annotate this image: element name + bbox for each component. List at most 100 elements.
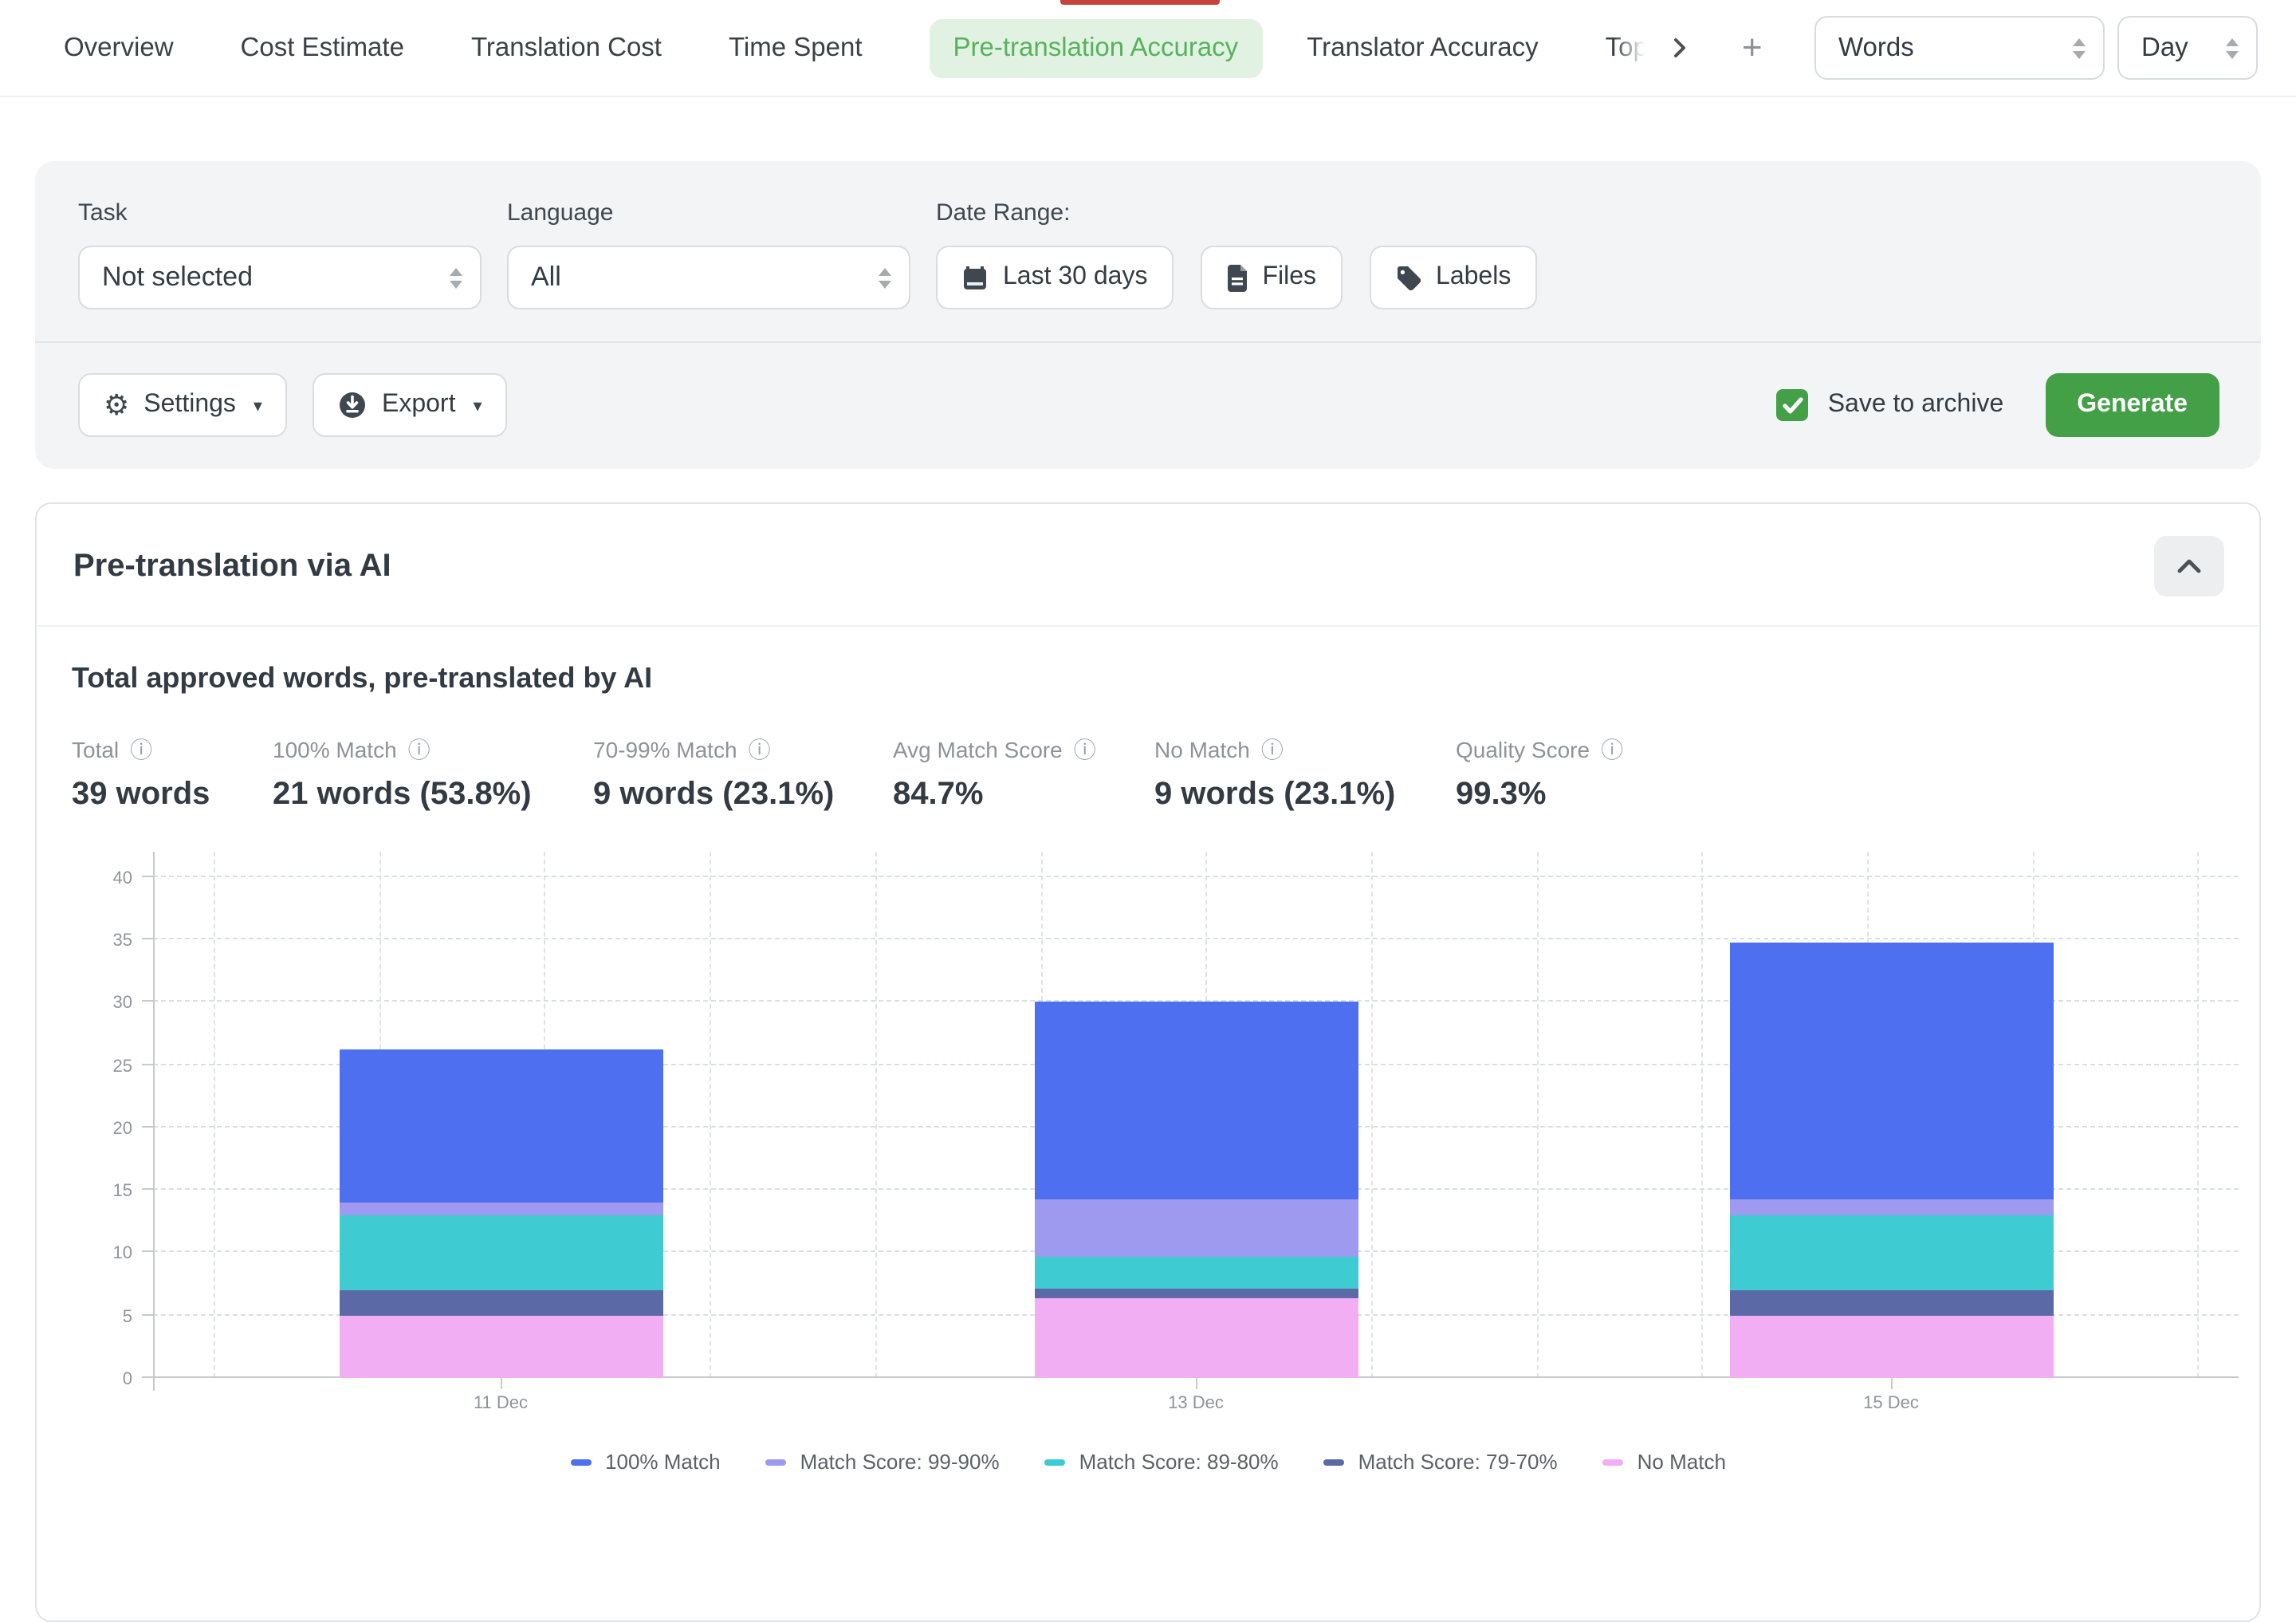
select-arrows-icon (2224, 36, 2240, 60)
task-select[interactable]: Not selected (78, 246, 482, 309)
collapse-card-button[interactable] (2154, 536, 2224, 596)
files-button-label: Files (1262, 263, 1316, 292)
task-label: Task (78, 199, 507, 226)
tab-translator-accuracy[interactable]: Translator Accuracy (1307, 33, 1538, 63)
vertical-gridline (1702, 852, 1704, 1378)
tab-translation-cost[interactable]: Translation Cost (471, 33, 662, 63)
stat-label: 70-99% Match (593, 737, 737, 762)
y-tick-label: 25 (69, 1057, 132, 1076)
y-axis-tick (142, 1376, 153, 1378)
download-icon (339, 391, 368, 419)
date-range-button[interactable]: Last 30 days (936, 246, 1173, 309)
legend-item-match-score-99-90-[interactable]: Match Score: 99-90% (765, 1450, 1000, 1474)
legend-label: Match Score: 99-90% (800, 1450, 1000, 1474)
bar-segment-match-score-99-90-[interactable] (1729, 1200, 2053, 1215)
x-tick-label: 15 Dec (1827, 1394, 1955, 1413)
stat-label: 100% Match (273, 737, 397, 762)
legend-item-match-score-89-80-[interactable]: Match Score: 89-80% (1044, 1450, 1279, 1474)
horizontal-gridline (153, 938, 2239, 939)
y-tick-label: 10 (69, 1245, 132, 1264)
select-arrows-icon (877, 266, 893, 289)
export-button[interactable]: Export ▾ (313, 373, 508, 437)
chevron-up-icon (2176, 558, 2202, 574)
y-axis-tick (142, 1001, 153, 1002)
bar-segment-100-match[interactable] (339, 1049, 662, 1203)
pretranslation-report-card: Pre-translation via AI Total approved wo… (35, 502, 2261, 1622)
tabs-scroll-right-button[interactable] (1664, 30, 1697, 65)
y-axis-tick (142, 1126, 153, 1128)
bar-segment-match-score-99-90-[interactable] (1034, 1199, 1358, 1256)
settings-button-label: Settings (144, 391, 236, 419)
language-label: Language (507, 199, 936, 226)
x-axis-tick (1196, 1378, 1197, 1389)
bar-segment-no-match[interactable] (1034, 1297, 1358, 1378)
bar-segment-match-score-79-70-[interactable] (339, 1290, 662, 1315)
vertical-gridline (1371, 852, 1373, 1378)
generate-button[interactable]: Generate (2045, 373, 2219, 437)
language-select[interactable]: All (507, 246, 910, 309)
select-arrows-icon (2071, 36, 2087, 60)
period-select-value: Day (2141, 33, 2188, 63)
info-icon[interactable]: ⓘ (130, 738, 152, 761)
bar-segment-100-match[interactable] (1729, 942, 2053, 1200)
legend-label: No Match (1637, 1450, 1726, 1474)
legend-item-100-match[interactable]: 100% Match (570, 1450, 721, 1474)
bar-13-dec (1034, 1002, 1358, 1378)
tag-icon (1394, 264, 1421, 291)
bar-segment-match-score-99-90-[interactable] (339, 1203, 662, 1215)
settings-button[interactable]: ⚙ Settings ▾ (78, 373, 288, 437)
info-icon[interactable]: ⓘ (749, 738, 771, 761)
calendar-icon (961, 264, 989, 291)
bar-segment-no-match[interactable] (339, 1315, 662, 1378)
y-tick-label: 15 (69, 1182, 132, 1201)
file-icon (1225, 264, 1248, 291)
period-select[interactable]: Day (2117, 16, 2258, 80)
labels-button[interactable]: Labels (1369, 246, 1536, 309)
legend-item-no-match[interactable]: No Match (1602, 1450, 1726, 1474)
tab-overview[interactable]: Overview (64, 33, 174, 63)
stat-total: Totalⓘ39 words (72, 737, 273, 813)
card-title: Pre-translation via AI (73, 548, 391, 585)
bar-11-dec (339, 1049, 662, 1378)
bar-segment-match-score-79-70-[interactable] (1034, 1289, 1358, 1297)
add-tab-button[interactable]: + (1732, 24, 1801, 72)
bar-segment-100-match[interactable] (1034, 1002, 1358, 1199)
bar-segment-match-score-89-80-[interactable] (339, 1215, 662, 1290)
bar-segment-match-score-79-70-[interactable] (1729, 1290, 2053, 1315)
export-button-label: Export (382, 391, 456, 419)
info-icon[interactable]: ⓘ (1074, 738, 1096, 761)
tab-cost-estimate[interactable]: Cost Estimate (241, 33, 404, 63)
stat-label: Quality Score (1456, 737, 1590, 762)
report-filter-panel: Task Not selected Language All (35, 161, 2261, 469)
bar-segment-no-match[interactable] (1729, 1315, 2053, 1378)
bar-segment-match-score-89-80-[interactable] (1729, 1215, 2053, 1290)
task-select-value: Not selected (102, 262, 253, 293)
panel-divider (35, 341, 2261, 343)
section-title: Total approved words, pre-translated by … (37, 627, 2259, 695)
metric-select-value: Words (1838, 33, 1914, 63)
bar-segment-match-score-89-80-[interactable] (1034, 1257, 1358, 1289)
y-axis-tick (142, 1063, 153, 1065)
x-tick-label: 13 Dec (1132, 1394, 1260, 1413)
stat-70-99-match: 70-99% Matchⓘ9 words (23.1%) (593, 737, 893, 813)
stat-value: 99.3% (1456, 777, 1647, 813)
language-select-value: All (531, 262, 561, 293)
tab-pre-translation-accuracy[interactable]: Pre-translation Accuracy (930, 18, 1263, 77)
y-axis-tick (142, 1251, 153, 1253)
info-icon[interactable]: ⓘ (408, 738, 431, 761)
metric-select[interactable]: Words (1814, 16, 2105, 80)
info-icon[interactable]: ⓘ (1601, 738, 1623, 761)
save-to-archive-checkbox[interactable]: Save to archive (1777, 389, 2004, 421)
legend-item-match-score-79-70-[interactable]: Match Score: 79-70% (1323, 1450, 1558, 1474)
stats-row: Totalⓘ39 words100% Matchⓘ21 words (53.8%… (37, 695, 2259, 813)
tabs-list: Overview Cost Estimate Translation Cost Tim… (64, 18, 1606, 77)
chevron-right-icon (1673, 37, 1688, 59)
legend-marker (1323, 1459, 1344, 1465)
files-button[interactable]: Files (1200, 246, 1342, 309)
tab-time-spent[interactable]: Time Spent (729, 33, 863, 63)
labels-button-label: Labels (1436, 263, 1511, 292)
y-axis-tick (142, 1313, 153, 1315)
info-icon[interactable]: ⓘ (1261, 738, 1284, 761)
y-tick-label: 5 (69, 1307, 132, 1326)
tab-overflow-truncated[interactable]: Top (1606, 33, 1648, 63)
